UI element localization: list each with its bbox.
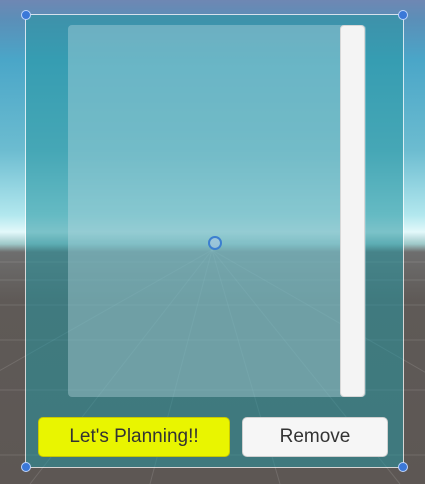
resize-handle-bottom-right[interactable]: [398, 462, 408, 472]
lets-planning-label: Let's Planning!!: [69, 426, 199, 447]
vertical-scrollbar[interactable]: [340, 25, 365, 397]
remove-button[interactable]: Remove: [242, 417, 388, 457]
resize-handle-top-right[interactable]: [398, 10, 408, 20]
resize-handle-bottom-left[interactable]: [21, 462, 31, 472]
lets-planning-button[interactable]: Let's Planning!!: [38, 417, 230, 457]
pivot-icon[interactable]: [208, 236, 222, 250]
scroll-view[interactable]: [68, 25, 366, 397]
remove-label: Remove: [279, 426, 351, 447]
resize-handle-top-left[interactable]: [21, 10, 31, 20]
